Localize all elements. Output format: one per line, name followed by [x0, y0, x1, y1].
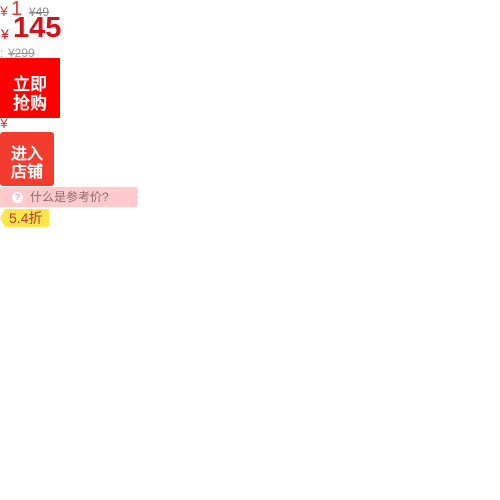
discount-label: 5.4折	[9, 210, 43, 226]
buy-now-button[interactable]: 立即 抢购	[0, 58, 60, 118]
main-currency-symbol: ¥	[1, 26, 9, 42]
product-price-card: ¥ 1 ¥49 ¥ 145 : ¥299 立即 抢购 ¥ 进入 店铺 ? 什么是…	[0, 0, 500, 500]
reference-price-link[interactable]: ? 什么是参考价?	[0, 187, 138, 207]
buy-now-label-line2: 抢购	[13, 94, 47, 113]
enter-store-label-line1: 进入	[10, 145, 43, 163]
question-icon: ?	[12, 192, 23, 203]
enter-store-button[interactable]: 进入 店铺	[0, 132, 54, 186]
currency-symbol: ¥	[0, 3, 8, 19]
reference-price-text: 什么是参考价?	[30, 190, 109, 204]
buy-now-label-line1: 立即	[13, 75, 47, 94]
enter-store-label-line2: 店铺	[10, 163, 43, 181]
currency-symbol-mid: ¥	[0, 115, 8, 131]
discount-badge: 5.4折	[0, 209, 49, 227]
main-price: 145	[13, 12, 62, 44]
